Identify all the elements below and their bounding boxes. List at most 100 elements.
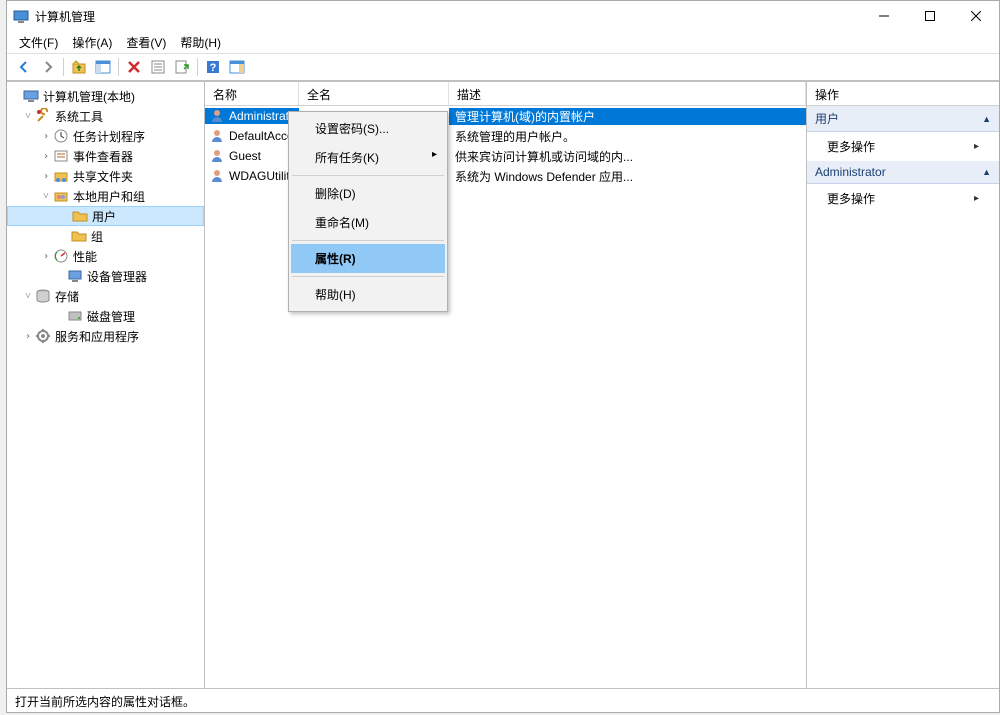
user-icon [209, 168, 225, 184]
tree-label: 计算机管理(本地) [43, 88, 135, 105]
action-section-admin[interactable]: Administrator ▲ [807, 161, 999, 184]
tree-storage[interactable]: ˅ 存储 [7, 286, 204, 306]
forward-button[interactable] [37, 56, 59, 78]
tree-root[interactable]: 计算机管理(本地) [7, 86, 204, 106]
storage-icon [35, 288, 51, 304]
menu-properties[interactable]: 属性(R) [291, 244, 445, 273]
expand-icon[interactable]: › [39, 131, 53, 142]
tree-users[interactable]: 用户 [7, 206, 204, 226]
tree-label: 本地用户和组 [73, 188, 145, 205]
services-icon [35, 328, 51, 344]
separator [292, 276, 444, 277]
chevron-up-icon: ▲ [982, 167, 991, 177]
tree-label: 任务计划程序 [73, 128, 145, 145]
tree-label: 设备管理器 [87, 268, 147, 285]
device-icon [67, 268, 83, 284]
separator [292, 240, 444, 241]
tree-performance[interactable]: › 性能 [7, 246, 204, 266]
cell-description: 管理计算机(域)的内置帐户 [449, 108, 806, 125]
maximize-button[interactable] [907, 1, 953, 31]
refresh-button[interactable] [147, 56, 169, 78]
expand-icon[interactable]: › [21, 331, 35, 342]
status-text: 打开当前所选内容的属性对话框。 [15, 695, 195, 709]
menu-help[interactable]: 帮助(H) [291, 280, 445, 309]
column-description[interactable]: 描述 [449, 82, 806, 105]
separator [197, 58, 198, 76]
tree-label: 共享文件夹 [73, 168, 133, 185]
list-header: 名称 全名 描述 [205, 82, 806, 106]
column-fullname[interactable]: 全名 [299, 82, 449, 105]
help-button[interactable]: ? [202, 56, 224, 78]
tree-device-manager[interactable]: 设备管理器 [7, 266, 204, 286]
export-button[interactable] [171, 56, 193, 78]
menu-view[interactable]: 查看(V) [126, 34, 166, 51]
folder-icon [72, 208, 88, 224]
up-button[interactable] [68, 56, 90, 78]
expand-icon[interactable]: › [39, 171, 53, 182]
action-section-users[interactable]: 用户 ▲ [807, 106, 999, 132]
tree-local-users[interactable]: ˅ 本地用户和组 [7, 186, 204, 206]
folder-icon [71, 228, 87, 244]
menubar: 文件(F) 操作(A) 查看(V) 帮助(H) [7, 31, 999, 53]
show-hide-tree-button[interactable] [92, 56, 114, 78]
user-icon [209, 108, 225, 124]
delete-button[interactable] [123, 56, 145, 78]
action-section-label: Administrator [815, 165, 886, 179]
menu-file[interactable]: 文件(F) [19, 34, 58, 51]
action-item-label: 更多操作 [827, 138, 875, 155]
menu-set-password[interactable]: 设置密码(S)... [291, 114, 445, 143]
action-pane: 操作 用户 ▲ 更多操作 Administrator ▲ 更多操作 [807, 82, 999, 688]
user-icon [209, 148, 225, 164]
action-header: 操作 [807, 82, 999, 106]
window-title: 计算机管理 [35, 8, 861, 25]
cell-description: 系统为 Windows Defender 应用... [449, 168, 806, 185]
action-item-label: 更多操作 [827, 190, 875, 207]
tree-services[interactable]: › 服务和应用程序 [7, 326, 204, 346]
cell-name: Guest [229, 149, 261, 163]
menu-help[interactable]: 帮助(H) [180, 34, 221, 51]
back-button[interactable] [13, 56, 35, 78]
titlebar: 计算机管理 [7, 1, 999, 31]
tree-disk-management[interactable]: 磁盘管理 [7, 306, 204, 326]
close-button[interactable] [953, 1, 999, 31]
tree-label: 组 [91, 228, 103, 245]
svg-text:?: ? [210, 62, 217, 74]
menu-all-tasks[interactable]: 所有任务(K) [291, 143, 445, 172]
chevron-up-icon: ▲ [982, 114, 991, 124]
tree-label: 磁盘管理 [87, 308, 135, 325]
context-menu: 设置密码(S)... 所有任务(K) 删除(D) 重命名(M) 属性(R) 帮助… [288, 111, 448, 312]
tree-event-viewer[interactable]: › 事件查看器 [7, 146, 204, 166]
action-more-1[interactable]: 更多操作 [807, 132, 999, 161]
tree-shared-folders[interactable]: › 共享文件夹 [7, 166, 204, 186]
tree-pane[interactable]: 计算机管理(本地) ˅ 系统工具 › 任务计划程序 › 事件查看器 › 共享文件… [7, 82, 205, 688]
expand-icon[interactable]: ˅ [21, 291, 35, 302]
toolbar: ? [7, 53, 999, 81]
statusbar: 打开当前所选内容的属性对话框。 [7, 688, 999, 712]
tree-label: 存储 [55, 288, 79, 305]
disk-icon [67, 308, 83, 324]
computer-icon [23, 88, 39, 104]
tree-task-scheduler[interactable]: › 任务计划程序 [7, 126, 204, 146]
expand-icon[interactable]: › [39, 151, 53, 162]
user-icon [209, 128, 225, 144]
menu-delete[interactable]: 删除(D) [291, 179, 445, 208]
menu-action[interactable]: 操作(A) [72, 34, 112, 51]
action-section-label: 用户 [815, 110, 839, 127]
minimize-button[interactable] [861, 1, 907, 31]
expand-icon[interactable]: ˅ [21, 111, 35, 122]
properties-button[interactable] [226, 56, 248, 78]
tree-label: 服务和应用程序 [55, 328, 139, 345]
separator [292, 175, 444, 176]
separator [63, 58, 64, 76]
tools-icon [35, 108, 51, 124]
expand-icon[interactable]: › [39, 251, 53, 262]
menu-rename[interactable]: 重命名(M) [291, 208, 445, 237]
expand-icon[interactable]: ˅ [39, 191, 53, 202]
tree-system-tools[interactable]: ˅ 系统工具 [7, 106, 204, 126]
tree-groups[interactable]: 组 [7, 226, 204, 246]
column-name[interactable]: 名称 [205, 82, 299, 105]
app-icon [13, 8, 29, 24]
action-more-2[interactable]: 更多操作 [807, 184, 999, 213]
event-icon [53, 148, 69, 164]
performance-icon [53, 248, 69, 264]
